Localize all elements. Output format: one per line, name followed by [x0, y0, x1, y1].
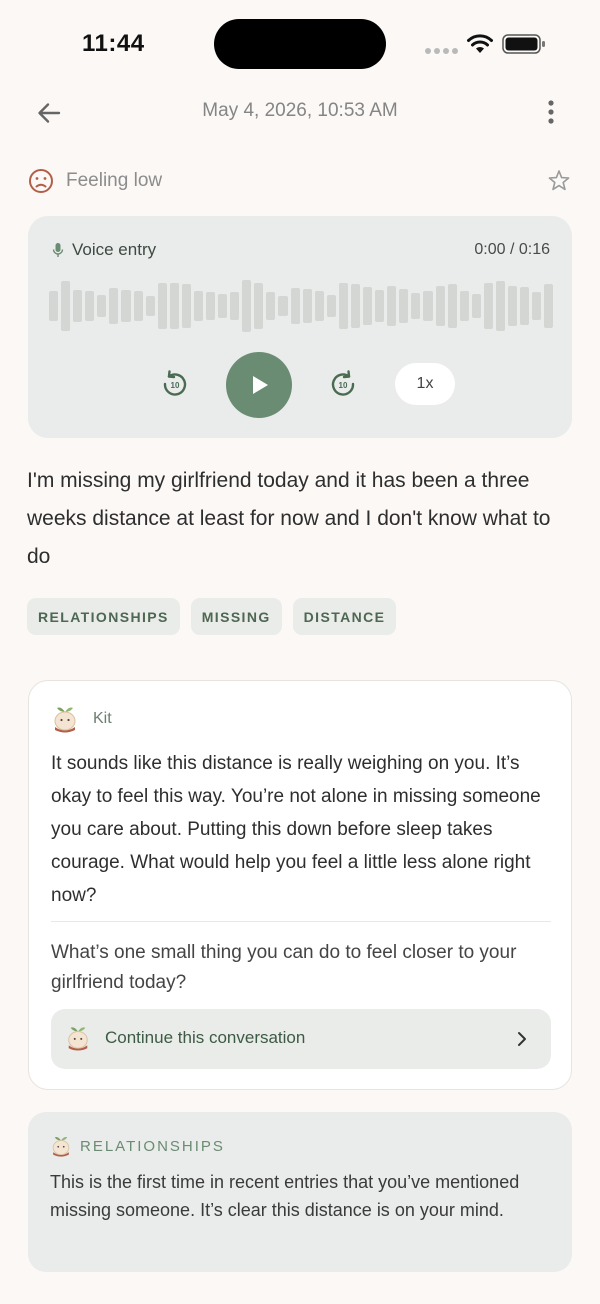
waveform-bar [169, 283, 179, 329]
waveform-bar [49, 291, 59, 321]
waveform-bar [218, 294, 228, 318]
chevron-right-icon [518, 1032, 526, 1046]
insight-card: RELATIONSHIPS This is the first time in … [28, 1112, 572, 1272]
tag-relationships[interactable]: RELATIONSHIPS [27, 598, 180, 635]
waveform-bar [97, 295, 107, 317]
waveform-bar [302, 289, 312, 323]
waveform-bar [193, 291, 204, 321]
waveform-bar [532, 292, 542, 320]
continue-conversation-button[interactable]: Continue this conversation [51, 1009, 551, 1069]
waveform-bar [230, 292, 240, 320]
insight-text: This is the first time in recent entries… [50, 1172, 520, 1220]
waveform-bar [85, 291, 95, 321]
kit-response-card: Kit It sounds like this distance is real… [28, 680, 572, 1090]
playback-time: 0:00 / 0:16 [474, 241, 550, 258]
kit-header: Kit [51, 703, 112, 735]
battery-icon [502, 34, 545, 54]
voice-entry-header: Voice entry [52, 240, 156, 260]
kit-divider [51, 921, 551, 922]
waveform-bar [290, 288, 300, 324]
mood-label: Feeling low [66, 170, 163, 191]
audio-waveform[interactable] [49, 276, 554, 336]
waveform-bar [350, 284, 361, 328]
waveform-bar [363, 287, 373, 325]
kit-avatar-icon [68, 1027, 88, 1051]
play-icon [253, 376, 268, 394]
waveform-bar [338, 283, 348, 329]
waveform-bar [520, 287, 530, 325]
entry-transcript: I'm missing my girlfriend today and it h… [27, 469, 551, 568]
waveform-bar [314, 291, 324, 321]
play-button[interactable] [226, 352, 292, 418]
waveform-bar [145, 296, 155, 316]
waveform-bar [435, 286, 445, 326]
kit-name: Kit [93, 710, 112, 727]
tag-missing[interactable]: MISSING [190, 598, 282, 635]
playback-controls: 10 10 1x [28, 352, 572, 418]
waveform-bar [423, 291, 433, 321]
waveform-bar [254, 283, 264, 329]
waveform-bar [73, 290, 83, 322]
waveform-bar [387, 286, 397, 326]
more-options-icon[interactable] [540, 98, 562, 128]
waveform-bar [109, 288, 119, 324]
waveform-bar [266, 292, 276, 320]
waveform-bar [471, 294, 481, 318]
voice-entry-player: Voice entry 0:00 / 0:16 10 10 1x [28, 216, 572, 438]
waveform-bar [483, 283, 493, 329]
waveform-bar [133, 291, 143, 321]
waveform-bar [375, 290, 385, 322]
cellular-signal-icon [425, 48, 458, 54]
status-bar: 11:44 [0, 0, 600, 88]
entry-tags: RELATIONSHIPS MISSING DISTANCE [27, 598, 397, 635]
kit-reflection-question: What’s one small thing you can do to fee… [51, 942, 517, 993]
waveform-bar [507, 286, 518, 326]
forward-seconds-label: 10 [339, 381, 348, 390]
waveform-bar [157, 283, 167, 329]
waveform-bar [206, 292, 216, 320]
mood-row: Feeling low [28, 164, 572, 198]
kit-avatar-icon [54, 707, 76, 733]
voice-entry-label: Voice entry [72, 240, 157, 259]
continue-conversation-label: Continue this conversation [105, 1028, 306, 1047]
kit-avatar-icon [52, 1136, 70, 1157]
kit-message: It sounds like this distance is really w… [51, 753, 541, 906]
rewind-seconds-label: 10 [171, 381, 180, 390]
wifi-icon [467, 34, 493, 53]
favorite-star-icon[interactable] [546, 168, 572, 194]
status-time: 11:44 [82, 30, 145, 57]
waveform-bar [242, 280, 252, 332]
sad-face-icon [29, 169, 53, 193]
waveform-bar [447, 284, 457, 328]
waveform-bar [399, 289, 409, 323]
waveform-bar [411, 293, 421, 319]
waveform-bar [181, 284, 191, 328]
entry-header: May 4, 2026, 10:53 AM [0, 88, 600, 136]
dynamic-island [214, 19, 386, 69]
waveform-bar [278, 296, 288, 316]
waveform-bar [121, 290, 131, 322]
waveform-bar [326, 295, 336, 317]
playback-speed-button[interactable]: 1x [395, 363, 455, 405]
waveform-bar [61, 281, 71, 331]
insight-header: RELATIONSHIPS [50, 1134, 225, 1158]
rewind-10-icon[interactable]: 10 [160, 368, 190, 398]
insight-title: RELATIONSHIPS [80, 1137, 225, 1155]
tag-distance[interactable]: DISTANCE [292, 598, 397, 635]
entry-date: May 4, 2026, 10:53 AM [202, 100, 398, 121]
waveform-bar [495, 281, 505, 331]
forward-10-icon[interactable]: 10 [328, 368, 358, 398]
waveform-bar [544, 284, 554, 328]
microphone-icon [52, 243, 64, 257]
waveform-bar [459, 291, 469, 321]
